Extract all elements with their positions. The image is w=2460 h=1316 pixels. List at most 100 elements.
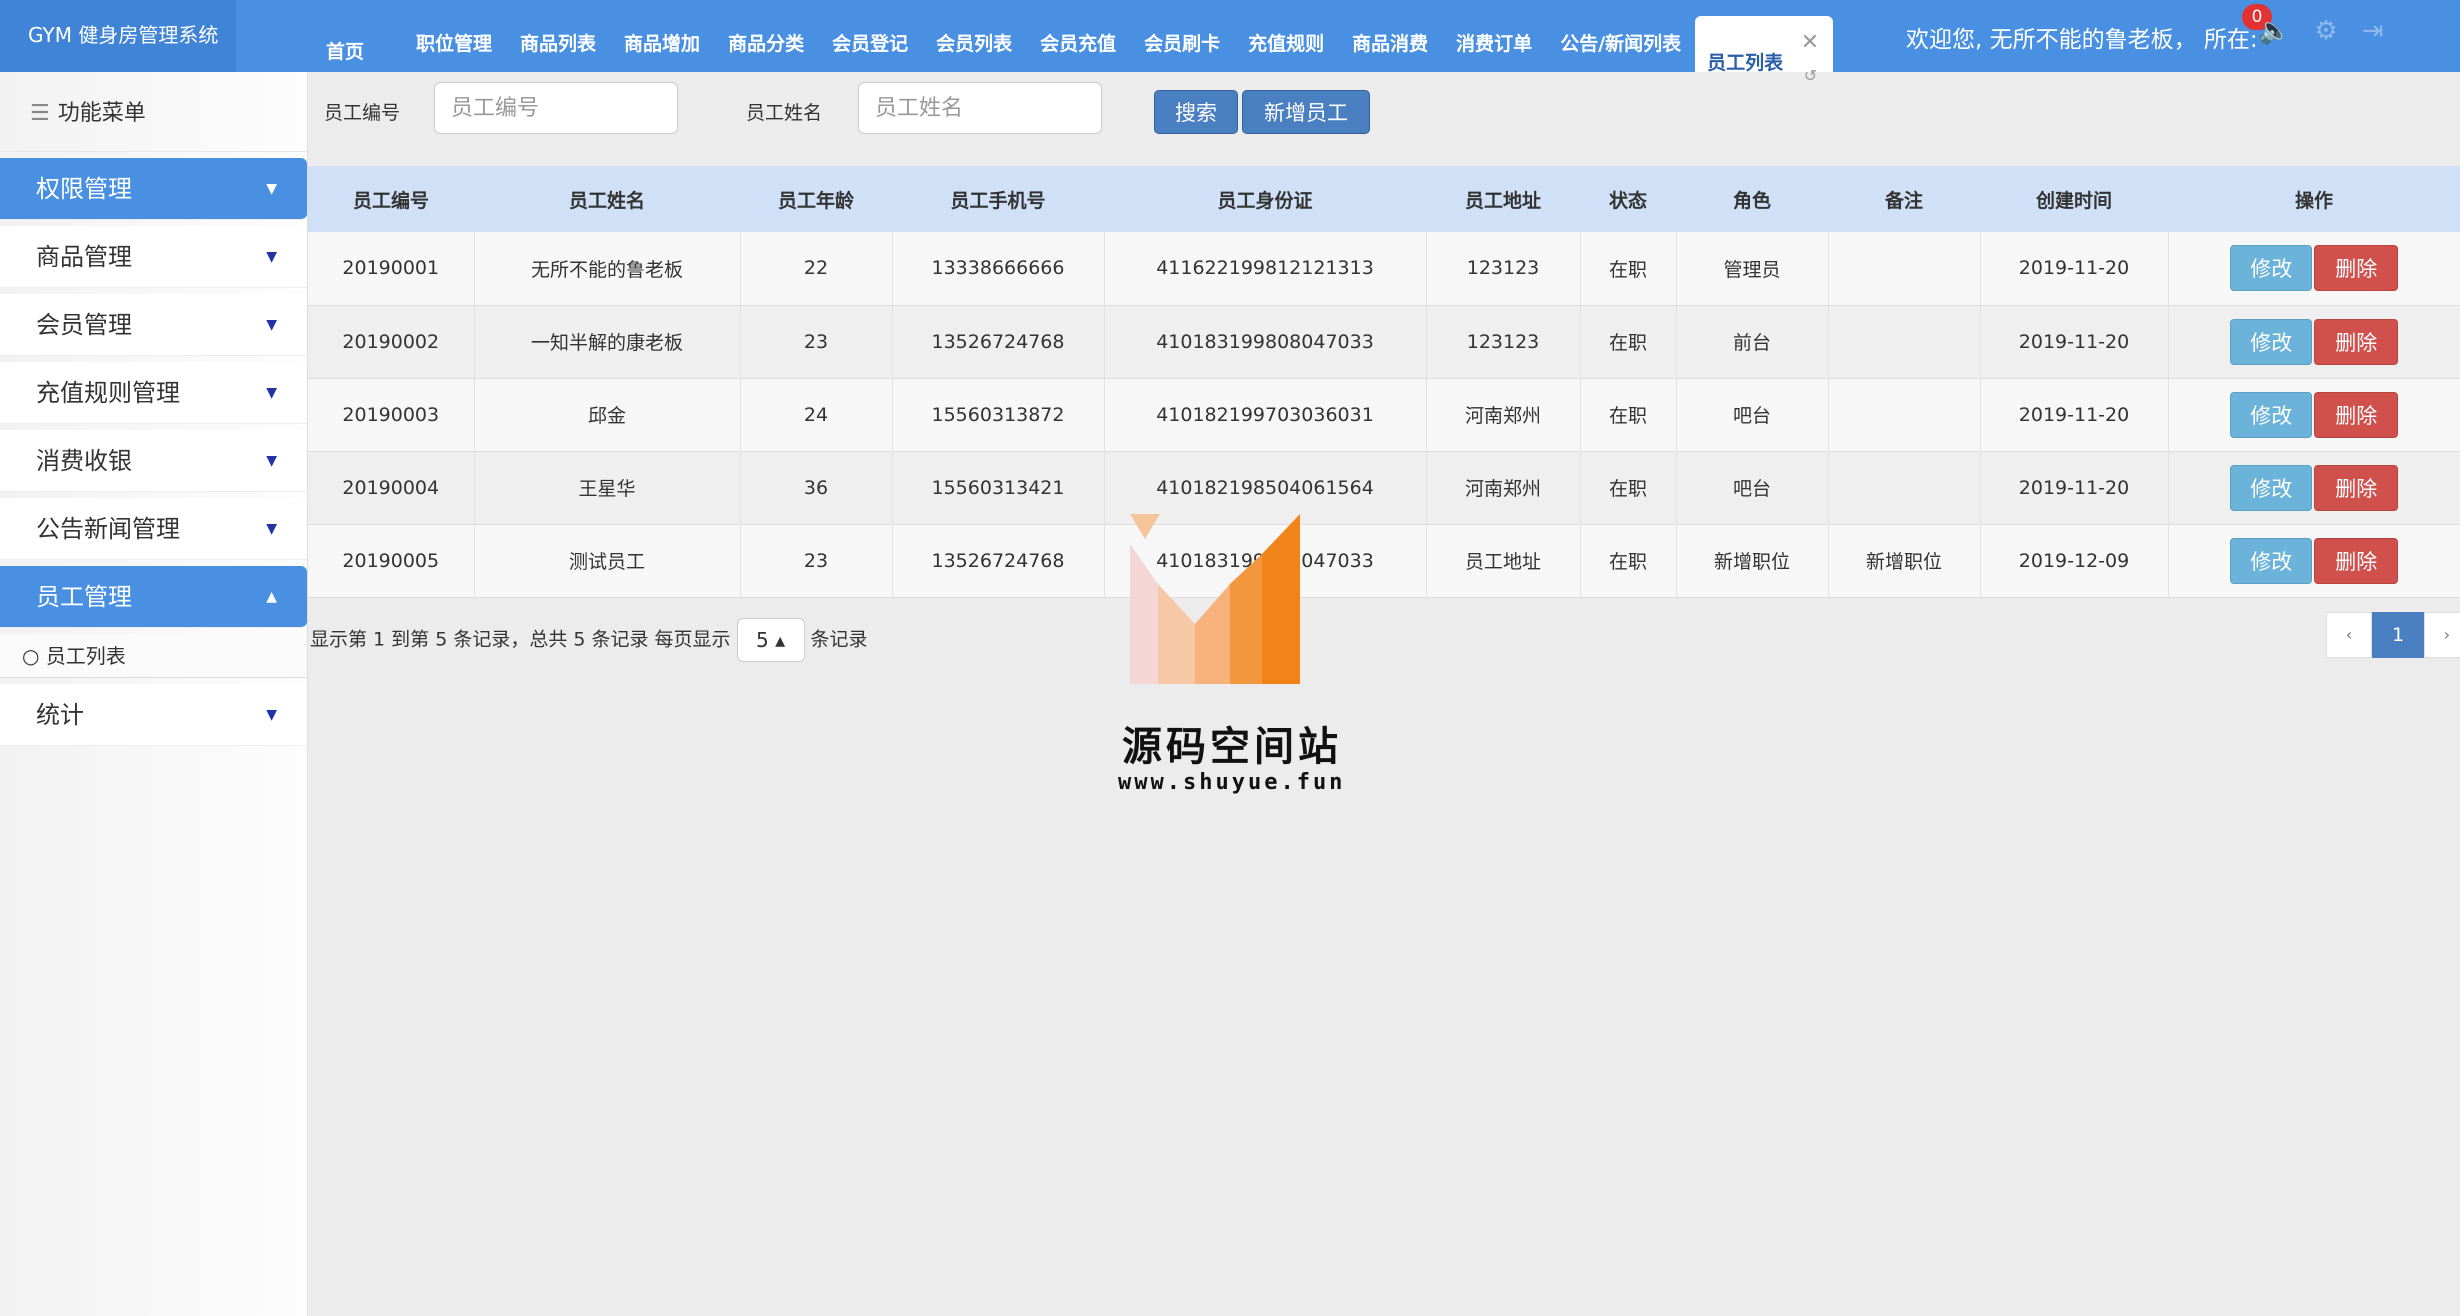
table-cell: 管理员 <box>1676 232 1829 306</box>
nav-tabs: 首页 职位管理 商品列表 商品增加 商品分类 会员登记 会员列表 会员充值 会员… <box>312 0 1834 85</box>
table-header-row: 员工编号 员工姓名 员工年龄 员工手机号 员工身份证 员工地址 状态 角色 备注… <box>308 166 2460 232</box>
actions-cell: 修改 删除 <box>2168 524 2460 598</box>
sidebar-item-statistics[interactable]: 统计 ▼ <box>0 684 307 746</box>
tab-position-management[interactable]: 职位管理 <box>402 29 506 72</box>
table-cell: 在职 <box>1580 451 1677 525</box>
sidebar-item-label: 商品管理 <box>36 243 132 271</box>
sidebar-item-label: 公告新闻管理 <box>36 515 180 543</box>
table-cell: 15560313872 <box>892 378 1105 452</box>
gear-icon[interactable]: ⚙ <box>2314 16 2337 46</box>
tab-recharge-rules[interactable]: 充值规则 <box>1234 29 1338 72</box>
column-header: 操作 <box>2294 189 2333 212</box>
delete-button[interactable]: 删除 <box>2314 537 2399 584</box>
edit-button[interactable]: 修改 <box>2230 391 2313 438</box>
table-cell: 在职 <box>1580 378 1677 452</box>
table-cell: 20190001 <box>308 232 475 306</box>
caret-down-icon: ▼ <box>266 385 277 401</box>
sidebar-item-label: 充值规则管理 <box>36 379 180 407</box>
prev-page-button[interactable]: ‹ <box>2326 612 2372 658</box>
next-page-button[interactable]: › <box>2424 612 2460 658</box>
circle-bullet-icon: ○ <box>22 644 46 668</box>
table-cell: 河南郑州 <box>1426 451 1581 525</box>
table-cell: 新增职位 <box>1676 524 1829 598</box>
add-employee-button[interactable]: 新增员工 <box>1242 90 1370 134</box>
column-header: 员工年龄 <box>777 189 854 212</box>
tab-news-list[interactable]: 公告/新闻列表 <box>1546 29 1695 72</box>
tab-product-category[interactable]: 商品分类 <box>714 29 818 72</box>
tab-employee-list[interactable]: 员工列表 ✕ ↺ <box>1695 16 1834 85</box>
speaker-icon[interactable]: 🔈 <box>2258 16 2290 46</box>
table-cell: 在职 <box>1580 305 1677 379</box>
tab-product-consume[interactable]: 商品消费 <box>1338 29 1442 72</box>
column-header: 员工编号 <box>352 189 429 212</box>
header-icons: 🔈 ⚙ ⇥ <box>2258 16 2383 46</box>
tab-consume-orders[interactable]: 消费订单 <box>1442 29 1546 72</box>
edit-button[interactable]: 修改 <box>2230 245 2313 292</box>
employee-table: 员工编号 员工姓名 员工年龄 员工手机号 员工身份证 员工地址 状态 角色 备注… <box>308 166 2460 598</box>
logout-icon[interactable]: ⇥ <box>2362 16 2384 46</box>
column-header: 角色 <box>1732 189 1771 212</box>
delete-button[interactable]: 删除 <box>2314 318 2399 365</box>
sidebar-item-label: 权限管理 <box>36 175 132 203</box>
employee-name-input[interactable] <box>858 82 1102 134</box>
tab-member-list[interactable]: 会员列表 <box>922 29 1026 72</box>
table-row: 20190004 王星华 36 15560313421 4101821985040615… <box>308 451 2460 525</box>
column-header: 员工手机号 <box>950 189 1046 212</box>
table-cell: 邱金 <box>474 378 741 452</box>
employee-id-label: 员工编号 <box>324 102 401 124</box>
table-cell: 22 <box>740 232 893 306</box>
sidebar-item-news[interactable]: 公告新闻管理 ▼ <box>0 498 307 560</box>
column-header: 状态 <box>1608 189 1647 212</box>
table-cell: 在职 <box>1580 524 1677 598</box>
table-cell: 13338666666 <box>892 232 1105 306</box>
top-bar: GYM 健身房管理系统 首页 职位管理 商品列表 商品增加 商品分类 会员登记 … <box>0 0 2460 85</box>
table-cell: 在职 <box>1580 232 1677 306</box>
table-cell: 20190004 <box>308 451 475 525</box>
table-cell: 20190002 <box>308 305 475 379</box>
table-row: 20190002 一知半解的康老板 23 13526724768 41018319980… <box>308 305 2460 379</box>
search-button[interactable]: 搜索 <box>1154 90 1238 134</box>
pagination-info-text: 显示第 1 到第 5 条记录，总共 5 条记录 每页显示 <box>310 628 731 651</box>
tab-member-card[interactable]: 会员刷卡 <box>1130 29 1234 72</box>
caret-down-icon: ▼ <box>266 249 277 265</box>
tab-home[interactable]: 首页 <box>312 37 378 72</box>
edit-button[interactable]: 修改 <box>2230 318 2313 365</box>
table-cell: 2019-12-09 <box>1980 524 2169 598</box>
table-cell: 前台 <box>1676 305 1829 379</box>
table-cell: 2019-11-20 <box>1980 378 2169 452</box>
sidebar-title: ☰ 功能菜单 <box>0 72 307 152</box>
table-cell: 河南郑州 <box>1426 378 1581 452</box>
delete-button[interactable]: 删除 <box>2314 391 2399 438</box>
sidebar-item-members[interactable]: 会员管理 ▼ <box>0 294 307 356</box>
caret-down-icon: ▼ <box>266 181 277 197</box>
sidebar-subitem-employee-list[interactable]: ○ 员工列表 <box>0 634 307 678</box>
delete-button[interactable]: 删除 <box>2314 464 2399 511</box>
sidebar-item-employees[interactable]: 员工管理 ▲ <box>0 566 307 628</box>
tab-employee-list-label: 员工列表 <box>1707 52 1784 74</box>
actions-cell: 修改 删除 <box>2168 305 2460 379</box>
sidebar-item-products[interactable]: 商品管理 ▼ <box>0 226 307 288</box>
sidebar-item-cashier[interactable]: 消费收银 ▼ <box>0 430 307 492</box>
sidebar-item-recharge-rules[interactable]: 充值规则管理 ▼ <box>0 362 307 424</box>
close-icon[interactable]: ✕ <box>1801 30 1819 55</box>
actions-cell: 修改 删除 <box>2168 232 2460 306</box>
table-cell: 13526724768 <box>892 524 1105 598</box>
page-1-button[interactable]: 1 <box>2372 612 2424 658</box>
tab-product-add[interactable]: 商品增加 <box>610 29 714 72</box>
menu-icon: ☰ <box>30 101 50 126</box>
edit-button[interactable]: 修改 <box>2230 537 2313 584</box>
sidebar-item-permissions[interactable]: 权限管理 ▼ <box>0 158 307 220</box>
tab-product-list[interactable]: 商品列表 <box>506 29 610 72</box>
tab-member-recharge[interactable]: 会员充值 <box>1026 29 1130 72</box>
employee-id-input[interactable] <box>434 82 678 134</box>
table-cell: 23 <box>740 305 893 379</box>
column-header: 员工姓名 <box>568 189 645 212</box>
tab-member-register[interactable]: 会员登记 <box>818 29 922 72</box>
page-size-select[interactable]: 5 ▴ <box>736 618 805 662</box>
edit-button[interactable]: 修改 <box>2230 464 2313 511</box>
column-header: 创建时间 <box>2035 189 2112 212</box>
table-cell: 吧台 <box>1676 451 1829 525</box>
sidebar-item-label: 会员管理 <box>36 311 132 339</box>
delete-button[interactable]: 删除 <box>2314 245 2399 292</box>
table-cell: 2019-11-20 <box>1980 232 2169 306</box>
